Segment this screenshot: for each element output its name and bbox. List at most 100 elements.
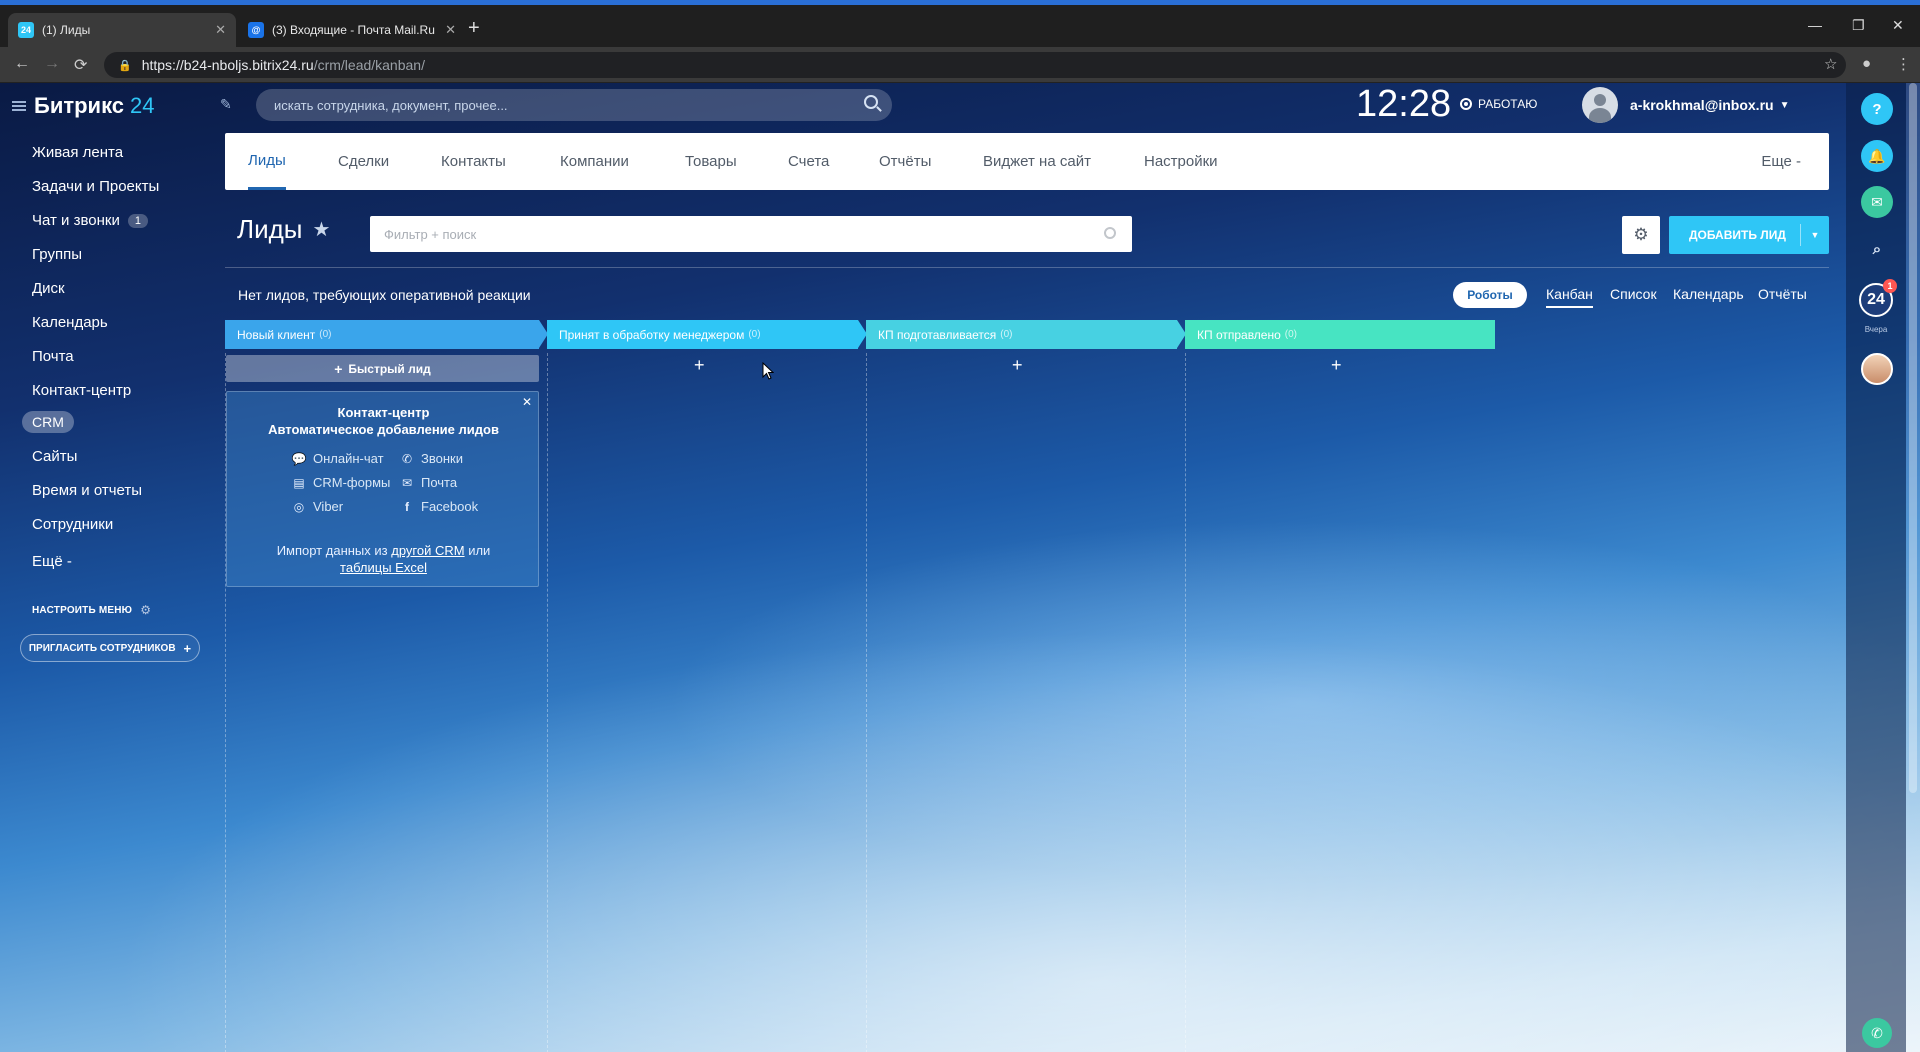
sidebar-item-label: Время и отчеты [32, 482, 143, 499]
filter-search-input[interactable]: Фильтр + поиск [370, 216, 1132, 252]
global-search-input[interactable]: искать сотрудника, документ, прочее... [256, 89, 892, 121]
sidebar-item-time-reports[interactable]: Время и отчеты [32, 482, 142, 499]
logo[interactable]: Битрикс 24 [12, 93, 155, 119]
chat-icon[interactable]: ✉ [1861, 186, 1893, 218]
tab-contacts[interactable]: Контакты [441, 133, 506, 190]
kanban-column-header[interactable]: Новый клиент (0) [225, 320, 548, 349]
star-icon[interactable]: ★ [312, 217, 330, 242]
reload-icon[interactable]: ⟳ [74, 55, 87, 75]
window-close-icon[interactable]: ✕ [1892, 17, 1904, 34]
kanban-column-header[interactable]: КП подготавливается (0) [866, 320, 1186, 349]
tab-leads[interactable]: Лиды [248, 133, 286, 190]
bookmark-star-icon[interactable]: ☆ [1824, 55, 1837, 73]
import-excel-link[interactable]: таблицы Excel [340, 560, 427, 575]
sidebar-item-more[interactable]: Ещё - [32, 553, 72, 570]
view-list[interactable]: Список [1610, 286, 1657, 302]
source-label: Онлайн-чат [313, 451, 384, 466]
tab-leads[interactable]: 24 (1) Лиды ✕ [8, 13, 236, 47]
user-menu[interactable]: a-krokhmal@inbox.ru ▼ [1582, 87, 1789, 123]
sidebar-item-employees[interactable]: Сотрудники [32, 516, 113, 533]
menu-burger-icon[interactable] [12, 101, 26, 111]
import-other-crm-link[interactable]: другой CRM [391, 543, 464, 558]
add-item-plus-icon[interactable]: + [1331, 355, 1342, 376]
source-crm-forms[interactable]: ▤ CRM-формы [291, 475, 390, 490]
configure-menu-button[interactable]: НАСТРОИТЬ МЕНЮ ⚙ [32, 603, 151, 617]
invite-employees-button[interactable]: ПРИГЛАСИТЬ СОТРУДНИКОВ + [20, 634, 200, 662]
sidebar-item-mail[interactable]: Почта [32, 348, 74, 365]
edit-pencil-icon[interactable]: ✎ [220, 96, 232, 113]
close-icon[interactable]: ✕ [445, 22, 456, 38]
minimize-icon[interactable]: — [1808, 17, 1822, 33]
restore-icon[interactable]: ❐ [1852, 17, 1865, 34]
sidebar-item-chat[interactable]: Чат и звонки 1 [32, 212, 148, 229]
kebab-menu-icon[interactable]: ⋮ [1896, 55, 1911, 73]
source-online-chat[interactable]: 💬 Онлайн-чат [291, 451, 384, 466]
plus-icon: + [183, 640, 192, 656]
tab-site-widget[interactable]: Виджет на сайт [983, 133, 1091, 190]
url-input[interactable]: 🔒 https://b24-nboljs.bitrix24.ru/crm/lea… [104, 52, 1846, 78]
help-button[interactable]: ? [1861, 93, 1893, 125]
gear-icon: ⚙ [1633, 225, 1649, 244]
work-status-label: РАБОТАЮ [1478, 97, 1538, 111]
kanban-column-header[interactable]: Принят в обработку менеджером (0) [547, 320, 867, 349]
search-icon[interactable] [1104, 227, 1116, 239]
quick-lead-button[interactable]: + Быстрый лид [226, 355, 539, 382]
add-item-plus-icon[interactable]: + [694, 355, 705, 376]
tab-reports[interactable]: Отчёты [879, 133, 931, 190]
tab-companies[interactable]: Компании [560, 133, 629, 190]
close-icon[interactable]: ✕ [215, 22, 226, 38]
scrollbar-thumb[interactable] [1909, 83, 1917, 793]
chevron-down-icon: ▼ [1779, 99, 1790, 111]
sidebar-item-contact-center[interactable]: Контакт-центр [32, 382, 131, 399]
search-icon[interactable] [864, 95, 878, 109]
add-item-plus-icon[interactable]: + [1012, 355, 1023, 376]
tab-products[interactable]: Товары [685, 133, 737, 190]
bitrix24-recent-button[interactable]: 24 1 [1859, 279, 1897, 317]
clock[interactable]: 12:28 [1356, 83, 1451, 126]
sidebar-item-calendar[interactable]: Календарь [32, 314, 108, 331]
column-name: КП подготавливается [878, 327, 997, 342]
invite-label: ПРИГЛАСИТЬ СОТРУДНИКОВ [28, 642, 176, 654]
tab-settings[interactable]: Настройки [1144, 133, 1218, 190]
settings-gear-button[interactable]: ⚙ [1622, 216, 1660, 254]
tab-invoices[interactable]: Счета [788, 133, 829, 190]
sidebar-item-crm[interactable]: CRM [22, 411, 74, 433]
kanban-column-header[interactable]: КП отправлено (0) [1185, 320, 1495, 349]
source-label: Почта [421, 475, 458, 490]
view-calendar[interactable]: Календарь [1673, 286, 1744, 302]
sidebar-item-sites[interactable]: Сайты [32, 448, 77, 465]
back-icon[interactable]: ← [14, 55, 30, 73]
chevron-down-icon[interactable]: ▼ [1801, 230, 1829, 240]
sidebar-item-disk[interactable]: Диск [32, 280, 65, 297]
sidebar-item-label: Группы [32, 246, 82, 263]
column-count: (0) [1284, 329, 1298, 340]
source-viber[interactable]: ◎ Viber [291, 499, 343, 514]
add-lead-button[interactable]: ДОБАВИТЬ ЛИД ▼ [1669, 216, 1829, 254]
tab-mail[interactable]: @ (3) Входящие - Почта Mail.Ru ✕ [238, 13, 466, 47]
forward-icon[interactable]: → [44, 55, 60, 73]
profile-icon[interactable]: ● [1862, 55, 1871, 72]
source-label: CRM-формы [313, 475, 391, 490]
avatar[interactable] [1861, 353, 1893, 385]
sidebar-item-feed[interactable]: Живая лента [32, 144, 123, 161]
source-mail[interactable]: ✉ Почта [399, 475, 457, 490]
source-facebook[interactable]: f Facebook [399, 499, 478, 514]
scrollbar[interactable] [1906, 83, 1920, 1052]
recent-label: Вчера [1864, 325, 1888, 334]
phone-icon[interactable]: ✆ [1862, 1018, 1892, 1048]
tab-deals[interactable]: Сделки [338, 133, 389, 190]
bell-icon[interactable]: 🔔 [1861, 140, 1893, 172]
new-tab-icon[interactable]: + [468, 17, 480, 40]
nav-more-button[interactable]: Еще - [1761, 133, 1801, 190]
sidebar-item-label: Диск [32, 280, 65, 297]
mail-favicon-icon: @ [248, 22, 264, 38]
source-calls[interactable]: ✆ Звонки [399, 451, 463, 466]
view-reports[interactable]: Отчёты [1758, 286, 1807, 302]
search-icon[interactable]: ⌕ [1861, 233, 1893, 265]
view-kanban[interactable]: Канбан [1546, 286, 1593, 308]
sidebar-item-groups[interactable]: Группы [32, 246, 82, 263]
work-status[interactable]: РАБОТАЮ [1460, 97, 1537, 111]
robots-button[interactable]: Роботы [1453, 282, 1527, 308]
chat-icon: 💬 [291, 451, 307, 466]
sidebar-item-tasks[interactable]: Задачи и Проекты [32, 178, 159, 195]
